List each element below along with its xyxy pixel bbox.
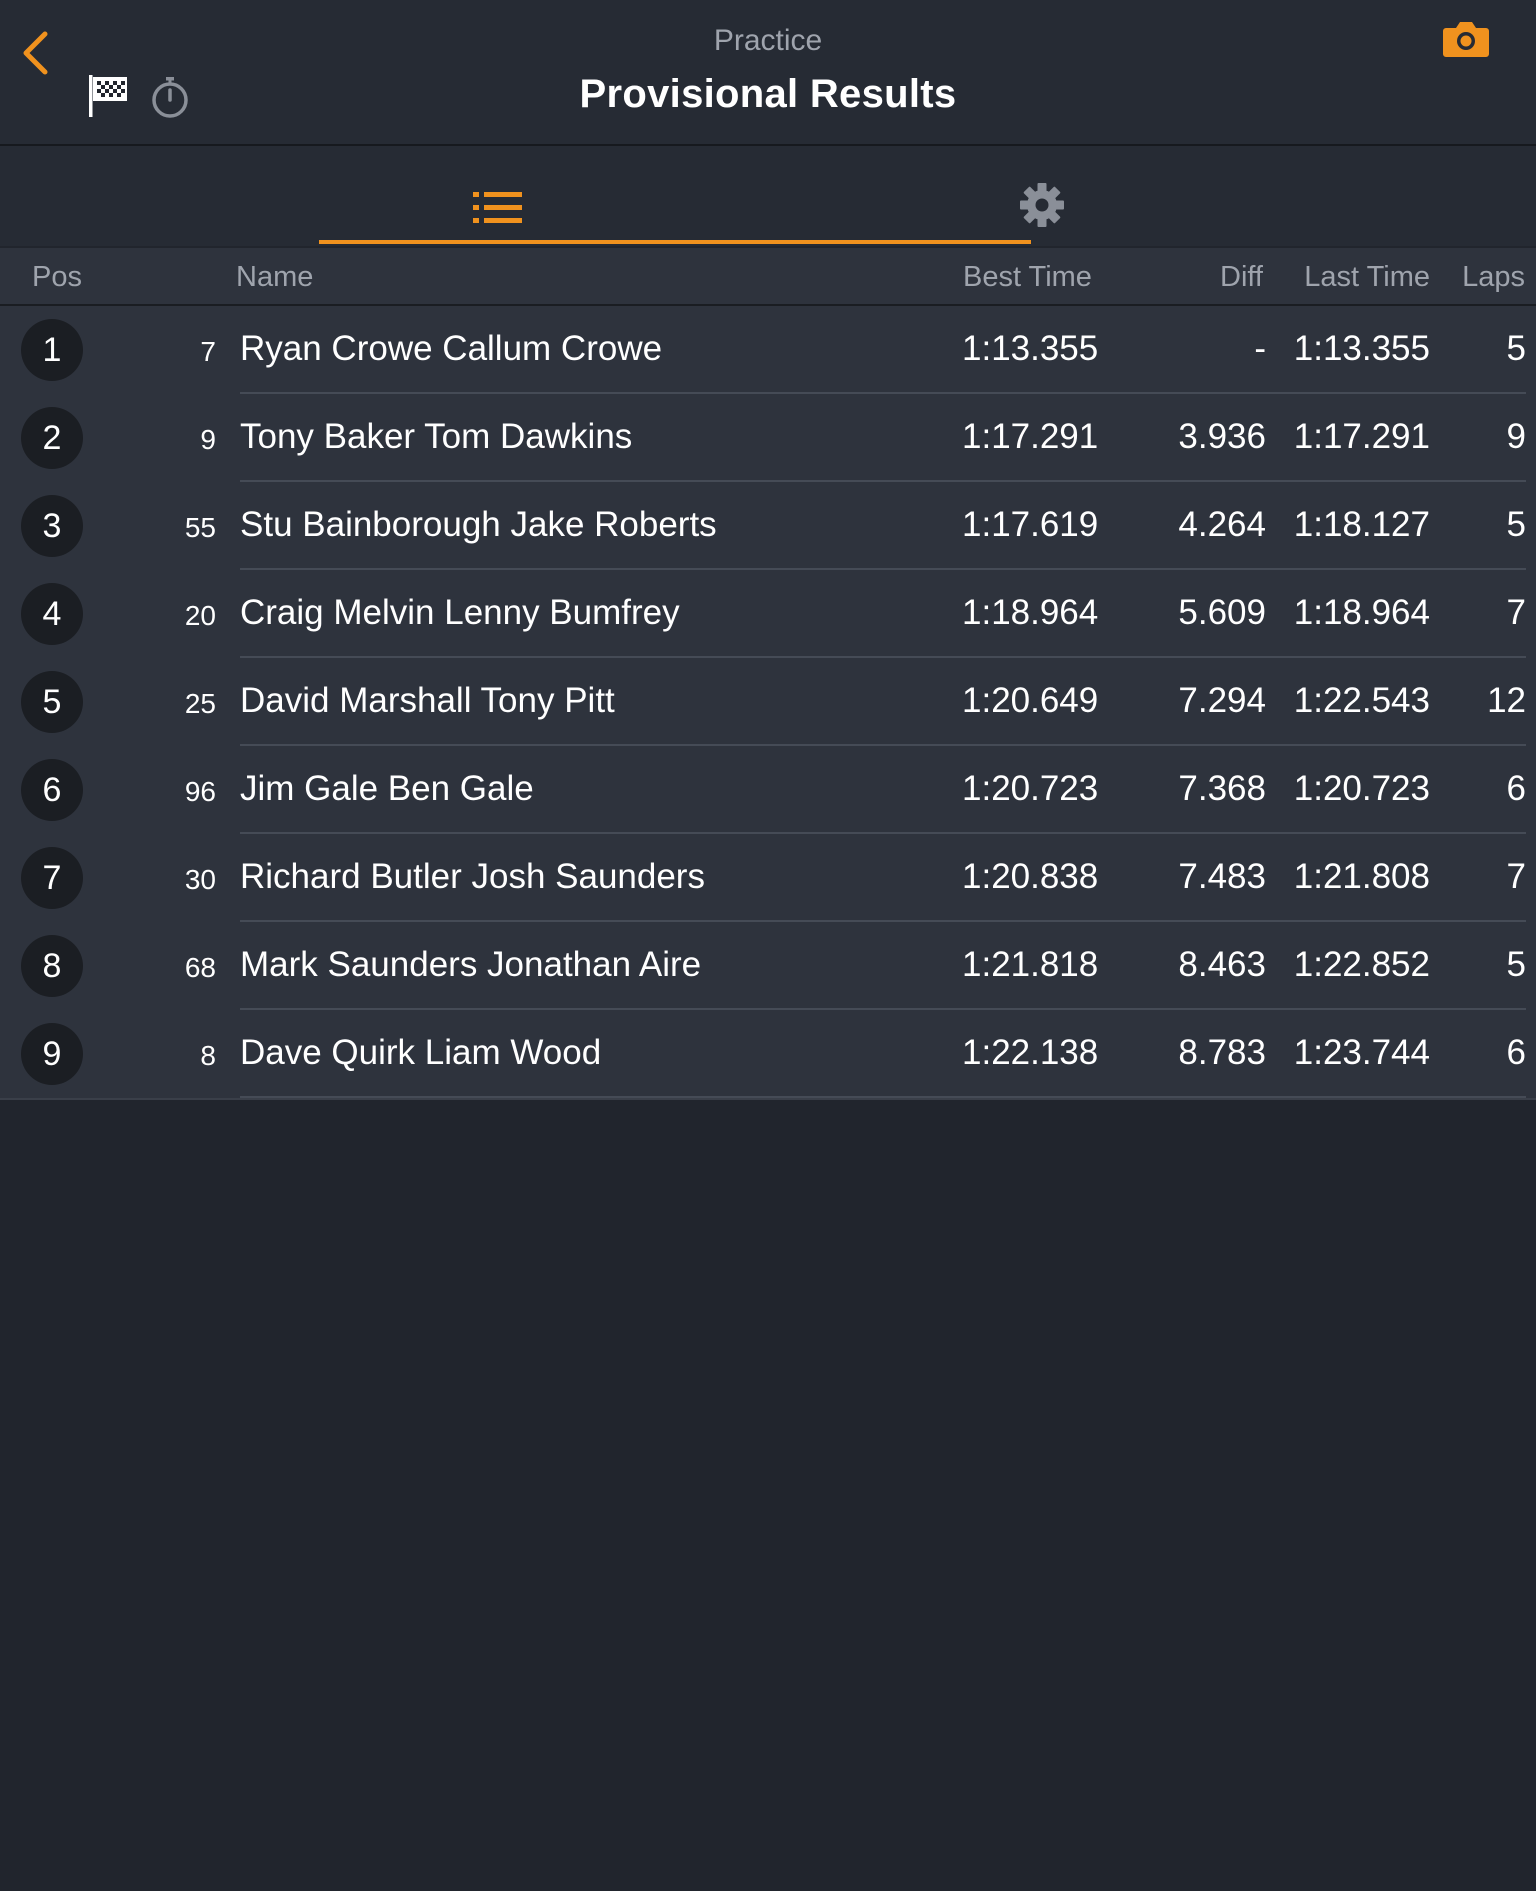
driver-names: Mark Saunders Jonathan Aire	[240, 945, 702, 984]
laps-count: 7	[1506, 593, 1526, 632]
diff-time: 7.368	[1178, 769, 1266, 808]
laps-count: 5	[1506, 945, 1526, 984]
column-header-last-time[interactable]: Last Time	[1304, 261, 1430, 294]
best-time: 1:20.723	[962, 769, 1099, 808]
best-time: 1:21.818	[962, 945, 1099, 984]
diff-time: 8.463	[1178, 945, 1266, 984]
laps-count: 7	[1506, 857, 1526, 896]
driver-names: Craig Melvin Lenny Bumfrey	[240, 593, 680, 632]
table-row[interactable]: 6 96 Jim Gale Ben Gale 1:20.723 7.368 1:…	[0, 746, 1536, 834]
best-time: 1:20.838	[962, 857, 1099, 896]
column-header-best-time[interactable]: Best Time	[963, 261, 1092, 294]
laps-count: 6	[1506, 1033, 1526, 1072]
table-row[interactable]: 7 30 Richard Butler Josh Saunders 1:20.8…	[0, 834, 1536, 922]
diff-time: 7.483	[1178, 857, 1266, 896]
best-time: 1:13.355	[962, 329, 1099, 368]
car-number: 55	[184, 512, 216, 543]
column-header-pos[interactable]: Pos	[32, 261, 82, 294]
best-time: 1:22.138	[962, 1033, 1099, 1072]
table-row[interactable]: 1 7 Ryan Crowe Callum Crowe 1:13.355 - 1…	[0, 306, 1536, 394]
car-number: 7	[200, 336, 216, 367]
results-table: 1 7 Ryan Crowe Callum Crowe 1:13.355 - 1…	[0, 306, 1536, 1100]
table-row[interactable]: 2 9 Tony Baker Tom Dawkins 1:17.291 3.93…	[0, 394, 1536, 482]
car-number: 25	[184, 688, 216, 719]
tab-settings[interactable]	[1020, 146, 1361, 246]
diff-time: -	[1254, 329, 1266, 368]
laps-count: 6	[1506, 769, 1526, 808]
column-header-name[interactable]: Name	[236, 261, 313, 294]
last-time: 1:13.355	[1293, 329, 1430, 368]
table-row[interactable]: 5 25 David Marshall Tony Pitt 1:20.649 7…	[0, 658, 1536, 746]
position-badge: 6	[21, 759, 83, 821]
session-subtitle: Practice	[713, 24, 823, 57]
last-time: 1:18.964	[1293, 593, 1430, 632]
page-title: Provisional Results	[579, 72, 957, 116]
diff-time: 5.609	[1178, 593, 1266, 632]
driver-names: Dave Quirk Liam Wood	[240, 1033, 602, 1072]
laps-count: 5	[1506, 505, 1526, 544]
last-time: 1:22.543	[1293, 681, 1430, 720]
table-row[interactable]: 4 20 Craig Melvin Lenny Bumfrey 1:18.964…	[0, 570, 1536, 658]
diff-time: 7.294	[1178, 681, 1266, 720]
driver-names: David Marshall Tony Pitt	[240, 681, 615, 720]
car-number: 30	[184, 864, 216, 895]
car-number: 8	[200, 1040, 216, 1071]
position-badge: 7	[21, 847, 83, 909]
table-row[interactable]: 9 8 Dave Quirk Liam Wood 1:22.138 8.783 …	[0, 1010, 1536, 1098]
position-badge: 8	[21, 935, 83, 997]
diff-time: 3.936	[1178, 417, 1266, 456]
laps-count: 9	[1506, 417, 1526, 456]
laps-count: 12	[1487, 681, 1526, 720]
driver-names: Richard Butler Josh Saunders	[240, 857, 705, 896]
last-time: 1:20.723	[1293, 769, 1430, 808]
position-badge: 4	[21, 583, 83, 645]
last-time: 1:22.852	[1293, 945, 1430, 984]
car-number: 20	[184, 600, 216, 631]
top-bar: Practice Provisional Results	[0, 0, 1536, 146]
tab-results[interactable]	[319, 146, 1031, 246]
best-time: 1:17.619	[962, 505, 1099, 544]
best-time: 1:17.291	[962, 417, 1099, 456]
laps-count: 5	[1506, 329, 1526, 368]
driver-names: Tony Baker Tom Dawkins	[240, 417, 633, 456]
diff-time: 8.783	[1178, 1033, 1266, 1072]
position-badge: 2	[21, 407, 83, 469]
table-bottom-divider	[0, 1098, 1536, 1100]
column-header-diff[interactable]: Diff	[1220, 261, 1263, 294]
camera-icon	[1443, 22, 1489, 57]
last-time: 1:18.127	[1293, 505, 1430, 544]
driver-names: Jim Gale Ben Gale	[240, 769, 534, 808]
table-header: Pos Name Best Time Diff Last Time Laps	[0, 248, 1536, 306]
table-row[interactable]: 8 68 Mark Saunders Jonathan Aire 1:21.81…	[0, 922, 1536, 1010]
position-badge: 5	[21, 671, 83, 733]
position-badge: 1	[21, 319, 83, 381]
column-header-laps[interactable]: Laps	[1462, 261, 1525, 294]
table-row[interactable]: 3 55 Stu Bainborough Jake Roberts 1:17.6…	[0, 482, 1536, 570]
diff-time: 4.264	[1178, 505, 1266, 544]
driver-names: Stu Bainborough Jake Roberts	[240, 505, 717, 544]
best-time: 1:18.964	[962, 593, 1099, 632]
position-badge: 9	[21, 1023, 83, 1085]
car-number: 68	[184, 952, 216, 983]
last-time: 1:21.808	[1293, 857, 1430, 896]
gear-icon	[1020, 183, 1064, 227]
camera-button[interactable]	[1442, 18, 1490, 60]
active-tab-indicator	[319, 240, 1031, 244]
last-time: 1:23.744	[1293, 1033, 1430, 1072]
last-time: 1:17.291	[1293, 417, 1430, 456]
car-number: 96	[184, 776, 216, 807]
car-number: 9	[200, 424, 216, 455]
list-icon	[473, 192, 522, 223]
driver-names: Ryan Crowe Callum Crowe	[240, 329, 663, 368]
best-time: 1:20.649	[962, 681, 1099, 720]
position-badge: 3	[21, 495, 83, 557]
tab-bar	[0, 146, 1536, 246]
